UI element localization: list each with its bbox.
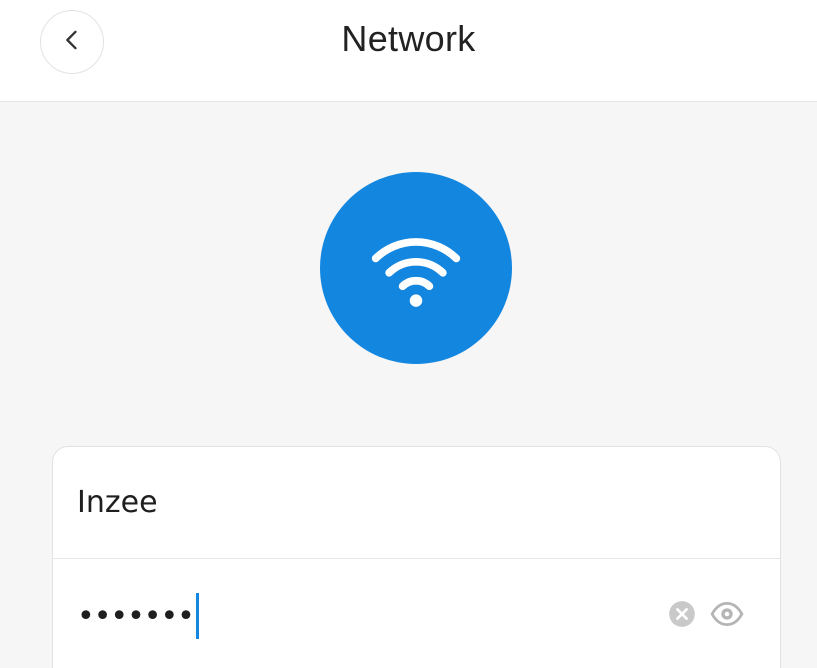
text-caret (195, 593, 199, 639)
clear-button[interactable] (668, 600, 696, 633)
ssid-row: Inzee (53, 447, 780, 559)
password-value: ••••••• (77, 598, 195, 634)
network-screen: Network Inzee ••••••• (0, 0, 817, 668)
clear-icon (668, 600, 696, 633)
toggle-visibility-button[interactable] (710, 597, 744, 636)
eye-icon (710, 597, 744, 636)
header-bar: Network (0, 0, 817, 102)
password-actions (668, 560, 744, 668)
wifi-badge (320, 172, 512, 364)
wifi-form: Inzee ••••••• (52, 446, 781, 668)
page-title: Network (341, 18, 476, 59)
wifi-icon (368, 216, 464, 321)
password-row: ••••••• (53, 560, 780, 668)
password-field[interactable]: ••••••• (77, 593, 199, 639)
ssid-field[interactable]: Inzee (77, 485, 158, 520)
